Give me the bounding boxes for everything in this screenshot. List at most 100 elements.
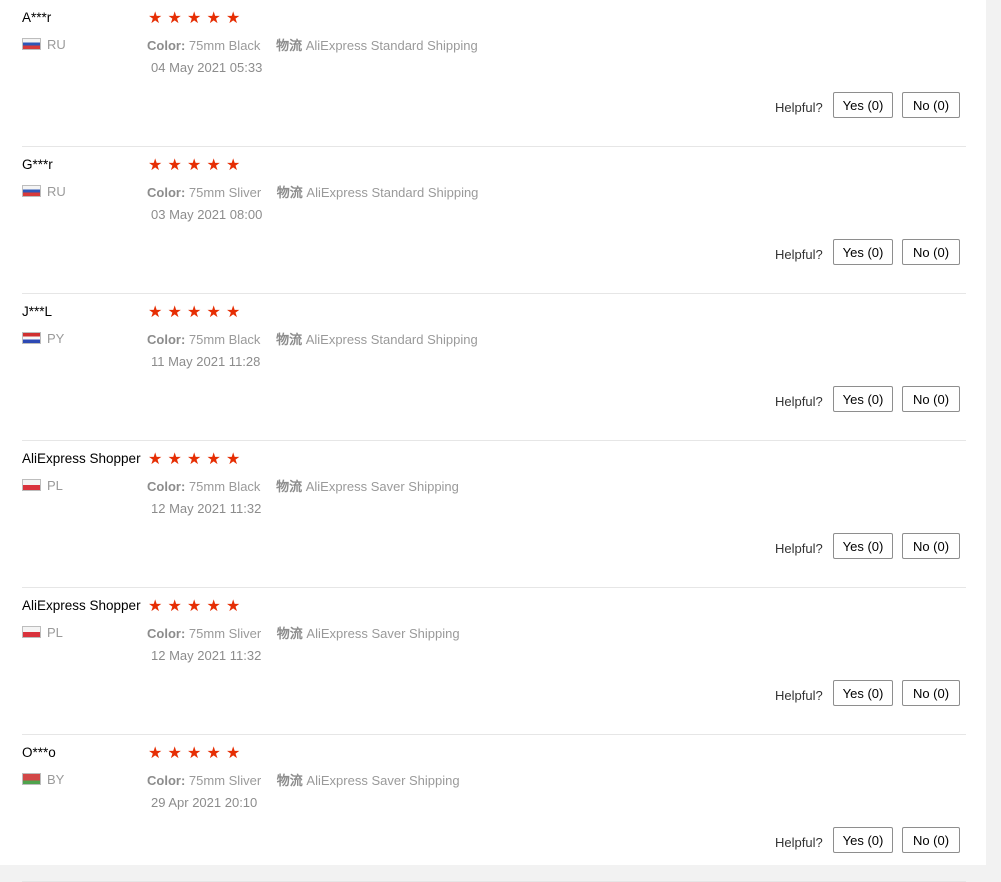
shipping-label: 物流 xyxy=(276,38,303,53)
review-date: 11 May 2021 11:28 xyxy=(151,354,261,369)
shipping-value: AliExpress Saver Shipping xyxy=(306,626,460,641)
helpful-label: Helpful? xyxy=(775,688,823,703)
helpful-no-button[interactable]: No (0) xyxy=(902,533,960,559)
helpful-label: Helpful? xyxy=(775,835,823,850)
country-flag-icon xyxy=(22,332,41,344)
country-flag-icon xyxy=(22,626,41,638)
country-code: BY xyxy=(47,771,65,787)
color-label: Color: xyxy=(147,773,186,788)
helpful-no-button[interactable]: No (0) xyxy=(902,680,960,706)
star-icon: ★ xyxy=(148,745,163,762)
review-attributes: Color: 75mm Sliver 物流 AliExpress Saver S… xyxy=(147,623,460,642)
helpful-no-button[interactable]: No (0) xyxy=(902,827,960,853)
helpful-label: Helpful? xyxy=(775,247,823,262)
country-code: RU xyxy=(47,36,66,52)
reviewer-country: PL xyxy=(22,624,63,640)
review-attributes: Color: 75mm Black 物流 AliExpress Standard… xyxy=(147,35,478,54)
star-icon: ★ xyxy=(148,598,163,615)
star-icon: ★ xyxy=(187,451,202,468)
star-icon: ★ xyxy=(187,304,202,321)
star-icon: ★ xyxy=(167,304,182,321)
helpful-yes-button[interactable]: Yes (0) xyxy=(833,386,893,412)
star-icon: ★ xyxy=(167,157,182,174)
country-code: PL xyxy=(47,624,63,640)
helpful-yes-button[interactable]: Yes (0) xyxy=(833,92,893,118)
color-label: Color: xyxy=(147,479,186,494)
color-value: 75mm Sliver xyxy=(188,773,262,788)
helpful-yes-button[interactable]: Yes (0) xyxy=(833,533,893,559)
review-attributes: Color: 75mm Sliver 物流 AliExpress Standar… xyxy=(147,182,478,201)
review-attributes: Color: 75mm Black 物流 AliExpress Standard… xyxy=(147,329,478,348)
star-icon: ★ xyxy=(167,451,182,468)
review-date: 29 Apr 2021 20:10 xyxy=(151,795,258,810)
review-item: A***r RU ★ ★ ★ ★ ★ Color: 75mm Black 物流 AliE… xyxy=(0,0,966,147)
star-icon: ★ xyxy=(206,451,221,468)
reviewer-country: RU xyxy=(22,183,66,199)
review-date: 03 May 2021 08:00 xyxy=(151,207,263,222)
helpful-label: Helpful? xyxy=(775,394,823,409)
shipping-label: 物流 xyxy=(276,332,303,347)
shipping-label: 物流 xyxy=(276,185,303,200)
star-rating: ★ ★ ★ ★ ★ xyxy=(148,451,246,469)
reviewer-name: G***r xyxy=(22,157,53,172)
shipping-value: AliExpress Standard Shipping xyxy=(306,185,479,200)
review-date: 04 May 2021 05:33 xyxy=(151,60,263,75)
country-code: PL xyxy=(47,477,63,493)
star-icon: ★ xyxy=(226,598,241,615)
star-icon: ★ xyxy=(148,304,163,321)
reviewer-name: J***L xyxy=(22,304,53,319)
star-icon: ★ xyxy=(167,598,182,615)
helpful-yes-button[interactable]: Yes (0) xyxy=(833,239,893,265)
reviewer-country: BY xyxy=(22,771,64,787)
review-attributes: Color: 75mm Black 物流 AliExpress Saver Sh… xyxy=(147,476,459,495)
color-label: Color: xyxy=(147,38,186,53)
helpful-yes-button[interactable]: Yes (0) xyxy=(833,680,893,706)
star-icon: ★ xyxy=(206,598,221,615)
helpful-yes-button[interactable]: Yes (0) xyxy=(833,827,893,853)
star-icon: ★ xyxy=(226,304,241,321)
reviewer-country: PL xyxy=(22,477,63,493)
reviewer-country: PY xyxy=(22,330,64,346)
helpful-no-button[interactable]: No (0) xyxy=(902,92,960,118)
helpful-no-button[interactable]: No (0) xyxy=(902,239,960,265)
star-icon: ★ xyxy=(187,157,202,174)
star-rating: ★ ★ ★ ★ ★ xyxy=(148,598,246,616)
color-value: 75mm Black xyxy=(188,332,261,347)
country-flag-icon xyxy=(22,479,41,491)
review-item: AliExpress Shopper PL ★ ★ ★ ★ ★ Color: 75mm … xyxy=(0,588,966,735)
review-item: AliExpress Shopper PL ★ ★ ★ ★ ★ Color: 75mm … xyxy=(0,441,966,588)
star-icon: ★ xyxy=(206,304,221,321)
star-icon: ★ xyxy=(226,157,241,174)
star-icon: ★ xyxy=(167,10,182,27)
review-item: J***L PY ★ ★ ★ ★ ★ Color: 75mm Black 物流 AliE… xyxy=(0,294,966,441)
helpful-no-button[interactable]: No (0) xyxy=(902,386,960,412)
star-icon: ★ xyxy=(167,745,182,762)
review-date: 12 May 2021 11:32 xyxy=(151,648,262,663)
star-icon: ★ xyxy=(187,745,202,762)
star-icon: ★ xyxy=(226,451,241,468)
shipping-value: AliExpress Standard Shipping xyxy=(305,38,478,53)
helpful-label: Helpful? xyxy=(775,100,823,115)
color-value: 75mm Sliver xyxy=(188,626,262,641)
review-date: 12 May 2021 11:32 xyxy=(151,501,262,516)
star-icon: ★ xyxy=(206,157,221,174)
color-value: 75mm Black xyxy=(188,38,261,53)
reviewer-name: O***o xyxy=(22,745,56,760)
reviewer-name: A***r xyxy=(22,10,52,25)
reviewer-name: AliExpress Shopper xyxy=(22,598,141,613)
star-rating: ★ ★ ★ ★ ★ xyxy=(148,10,246,28)
review-item: G***r RU ★ ★ ★ ★ ★ Color: 75mm Sliver 物流 Ali… xyxy=(0,147,966,294)
reviewer-country: RU xyxy=(22,36,66,52)
shipping-value: AliExpress Standard Shipping xyxy=(305,332,478,347)
star-rating: ★ ★ ★ ★ ★ xyxy=(148,745,246,763)
color-value: 75mm Sliver xyxy=(188,185,262,200)
shipping-label: 物流 xyxy=(276,626,303,641)
shipping-label: 物流 xyxy=(276,479,303,494)
star-icon: ★ xyxy=(226,745,241,762)
color-label: Color: xyxy=(147,626,186,641)
helpful-label: Helpful? xyxy=(775,541,823,556)
shipping-label: 物流 xyxy=(276,773,303,788)
country-code: RU xyxy=(47,183,66,199)
reviewer-name: AliExpress Shopper xyxy=(22,451,141,466)
country-flag-icon xyxy=(22,185,41,197)
